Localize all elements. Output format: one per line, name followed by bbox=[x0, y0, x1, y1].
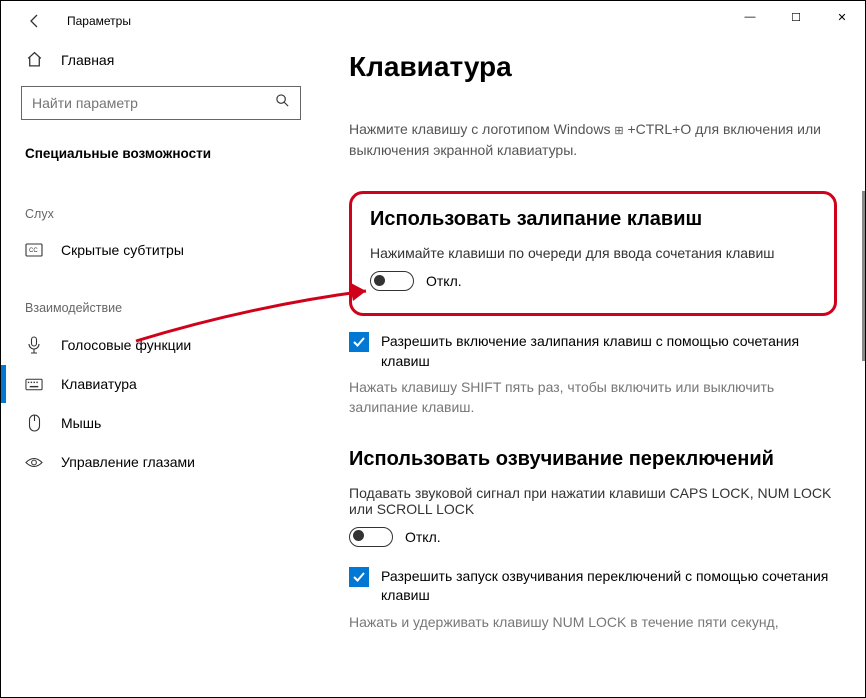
togglekeys-state: Откл. bbox=[405, 529, 441, 545]
sidebar-item-label: Голосовые функции bbox=[61, 337, 191, 353]
sticky-keys-section: Использовать залипание клавиш Нажимайте … bbox=[349, 191, 837, 316]
mouse-icon bbox=[25, 414, 43, 432]
togglekeys-shortcut-checkbox[interactable] bbox=[349, 567, 369, 587]
maximize-button[interactable]: ☐ bbox=[773, 1, 819, 33]
sidebar: Главная Специальные возможности Слух CC … bbox=[1, 41, 321, 697]
sidebar-item-label: Скрытые субтитры bbox=[61, 242, 184, 258]
togglekeys-heading: Использовать озвучивание переключений bbox=[349, 448, 837, 471]
sidebar-item-mouse[interactable]: Мышь bbox=[21, 403, 301, 443]
eye-icon bbox=[25, 456, 43, 469]
sidebar-item-label: Управление глазами bbox=[61, 454, 195, 470]
search-field[interactable] bbox=[32, 95, 275, 111]
sticky-shortcut-label: Разрешить включение залипания клавиш с п… bbox=[381, 332, 837, 371]
windows-logo-icon: ⊞ bbox=[614, 125, 623, 137]
sticky-keys-heading: Использовать залипание клавиш bbox=[370, 208, 816, 231]
group-hearing: Слух bbox=[21, 175, 301, 231]
home-nav[interactable]: Главная bbox=[21, 41, 301, 86]
microphone-icon bbox=[25, 336, 43, 354]
sticky-shortcut-help: Нажать клавишу SHIFT пять раз, чтобы вкл… bbox=[349, 377, 837, 418]
search-input[interactable] bbox=[21, 86, 301, 120]
sticky-toggle-state: Откл. bbox=[426, 273, 462, 289]
search-icon bbox=[275, 93, 290, 113]
back-button[interactable] bbox=[19, 5, 51, 37]
osk-help-text: Нажмите клавишу с логотипом Windows ⊞ +C… bbox=[349, 119, 837, 161]
content-pane: Клавиатура Нажмите клавишу с логотипом W… bbox=[321, 41, 865, 697]
sidebar-item-eye[interactable]: Управление глазами bbox=[21, 443, 301, 481]
section-header: Специальные возможности bbox=[21, 138, 301, 175]
scrollbar[interactable] bbox=[862, 191, 865, 361]
sidebar-item-label: Мышь bbox=[61, 415, 101, 431]
sidebar-item-label: Клавиатура bbox=[61, 376, 137, 392]
home-label: Главная bbox=[61, 52, 114, 68]
keyboard-icon bbox=[25, 378, 43, 391]
sticky-keys-toggle[interactable] bbox=[370, 271, 414, 291]
togglekeys-shortcut-help: Нажать и удерживать клавишу NUM LOCK в т… bbox=[349, 612, 837, 632]
close-button[interactable]: ✕ bbox=[819, 1, 865, 33]
sidebar-item-captions[interactable]: CC Скрытые субтитры bbox=[21, 231, 301, 269]
sidebar-item-speech[interactable]: Голосовые функции bbox=[21, 325, 301, 365]
togglekeys-desc: Подавать звуковой сигнал при нажатии кла… bbox=[349, 485, 837, 517]
group-interaction: Взаимодействие bbox=[21, 269, 301, 325]
page-title: Клавиатура bbox=[349, 51, 837, 83]
togglekeys-toggle[interactable] bbox=[349, 527, 393, 547]
sticky-keys-desc: Нажимайте клавиши по очереди для ввода с… bbox=[370, 245, 816, 261]
captions-icon: CC bbox=[25, 243, 43, 257]
togglekeys-shortcut-label: Разрешить запуск озвучивания переключени… bbox=[381, 567, 837, 606]
home-icon bbox=[25, 51, 43, 68]
svg-text:CC: CC bbox=[29, 248, 38, 254]
sidebar-item-keyboard[interactable]: Клавиатура bbox=[21, 365, 301, 403]
minimize-button[interactable]: — bbox=[727, 1, 773, 33]
app-title: Параметры bbox=[67, 14, 131, 28]
sticky-shortcut-checkbox[interactable] bbox=[349, 332, 369, 352]
